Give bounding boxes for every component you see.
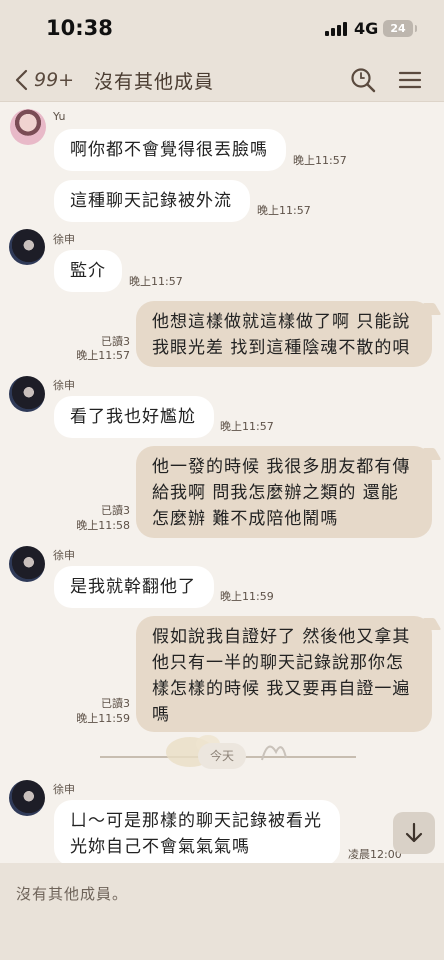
message-time: 晚上11:57 [257,204,311,217]
sender-name: 徐申 [53,379,75,392]
message-time: 晚上11:57 [220,420,274,433]
message-bubble[interactable]: 假如說我自證好了 然後他又拿其 他只有一半的聊天記錄說那你怎 樣怎樣的時候 我又… [136,616,432,732]
battery-icon: 24 [383,20,417,37]
scroll-to-bottom-button[interactable] [393,812,435,854]
message-bubble[interactable]: 啊你都不會覺得很丟臉嗎 [54,129,286,171]
arrow-down-icon [405,822,423,843]
message-bubble[interactable]: 他一發的時候 我很多朋友都有傳 給我啊 問我怎麼辦之類的 還能 怎麼辦 難不成陪… [136,446,432,538]
chat-title: 沒有其他成員 [94,71,215,93]
message-bubble[interactable]: 看了我也好尷尬 [54,396,214,438]
avatar[interactable] [10,109,46,145]
input-bar: 沒有其他成員。 [0,863,444,960]
message-bubble[interactable]: 他想這樣做就這樣做了啊 只能說 我眼光差 找到這種陰魂不散的唄 [136,301,432,367]
message-time: 晚上11:57 [76,349,130,362]
status-bar: 10:38 4G 24 [0,0,444,58]
message-bubble[interactable]: ㄩ～可是那樣的聊天記錄被看光 光妳自己不會氣氣氣嗎 [54,800,340,863]
sender-name: 徐申 [53,783,75,796]
message-time: 晚上11:57 [293,154,347,167]
signal-icon [325,22,347,36]
message-bubble[interactable]: 這種聊天記錄被外流 [54,180,250,222]
avatar[interactable] [9,376,45,412]
menu-icon[interactable] [397,66,423,94]
read-receipt: 已讀3 [101,504,130,517]
message-bubble[interactable]: 是我就幹翻他了 [54,566,214,608]
avatar[interactable] [9,229,45,265]
sender-name: 徐申 [53,233,75,246]
message-time: 晚上11:59 [76,712,130,725]
clock: 10:38 [46,16,113,40]
message-time: 晚上11:59 [220,590,274,603]
message-bubble[interactable]: 監介 [54,250,122,292]
unread-count: 99+ [34,69,75,91]
message-time: 晚上11:58 [76,519,130,532]
message-list[interactable]: Yu 啊你都不會覺得很丟臉嗎 晚上11:57 這種聊天記錄被外流 晚上11:57… [0,103,444,863]
message-time: 晚上11:57 [129,275,183,288]
network-type: 4G [354,19,379,38]
avatar[interactable] [9,546,45,582]
avatar[interactable] [9,780,45,816]
sender-name: Yu [53,110,66,123]
chevron-left-icon [15,69,28,91]
read-receipt: 已讀3 [101,697,130,710]
no-members-notice: 沒有其他成員。 [16,885,129,903]
read-receipt: 已讀3 [101,335,130,348]
back-button[interactable]: 99+ [12,65,74,95]
search-icon[interactable] [349,66,377,94]
date-divider: 今天 [198,743,246,769]
chat-header: 99+ 沒有其他成員 [0,58,444,102]
sender-name: 徐申 [53,549,75,562]
message-time: 凌晨12:00 [348,848,402,861]
